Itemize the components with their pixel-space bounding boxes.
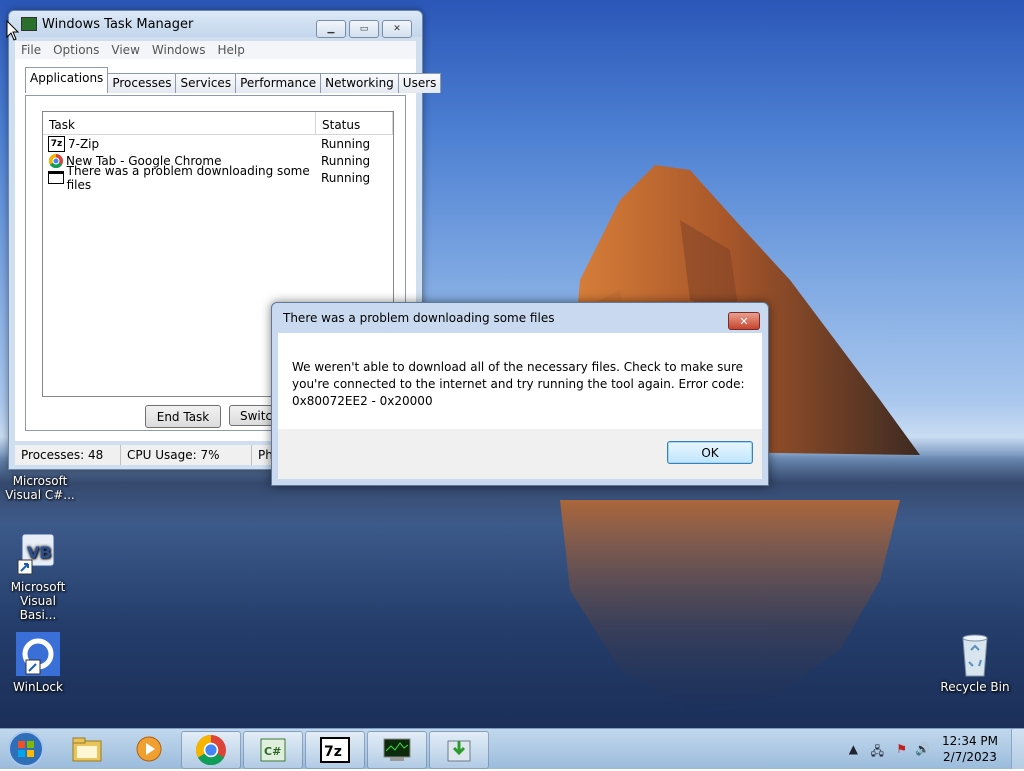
dialog-footer: OK: [278, 429, 762, 479]
task-list-header: Task Status: [43, 112, 393, 135]
tab-networking[interactable]: Networking: [320, 73, 399, 93]
desktop-icon-winlock[interactable]: WinLock: [0, 630, 76, 694]
csharp-project-icon: C#: [260, 738, 286, 762]
tab-strip: Applications Processes Services Performa…: [25, 67, 442, 93]
taskbar-7zip[interactable]: 7z: [305, 731, 365, 769]
taskbar: C# 7z ▲ 🖧 ⚑ 🔊 12:34 PM 2/7/2023: [0, 728, 1024, 769]
menu-options[interactable]: Options: [47, 41, 105, 59]
clock-date: 2/7/2023: [943, 750, 997, 764]
task-name: 7-Zip: [68, 136, 100, 151]
dialog-titlebar[interactable]: There was a problem downloading some fil…: [272, 303, 768, 333]
desktop-icon-label: WinLock: [13, 680, 63, 694]
table-row[interactable]: 7z 7-Zip Running: [43, 135, 393, 152]
task-status: Running: [321, 170, 371, 185]
task-manager-icon: [383, 738, 411, 761]
menu-windows[interactable]: Windows: [146, 41, 212, 59]
volume-icon[interactable]: 🔊: [915, 742, 930, 756]
tab-processes[interactable]: Processes: [107, 73, 177, 93]
taskbar-explorer[interactable]: [58, 731, 116, 767]
cpu-usage: CPU Usage: 7%: [121, 445, 252, 465]
taskbar-task-manager[interactable]: [367, 731, 427, 769]
end-task-button[interactable]: End Task: [145, 405, 221, 428]
task-name: There was a problem downloading some fil…: [66, 163, 310, 192]
menu-help[interactable]: Help: [211, 41, 250, 59]
column-header-task[interactable]: Task: [43, 112, 316, 134]
dialog-close-button[interactable]: ✕: [728, 312, 760, 330]
desktop-icon-visual-basic[interactable]: VB Microsoft Visual Basi...: [0, 530, 76, 622]
taskbar-csharp-project[interactable]: C#: [243, 731, 303, 769]
svg-text:C#: C#: [264, 745, 281, 758]
desktop-icon-label: Microsoft Visual Basi...: [10, 580, 66, 622]
rock-reflection-image: [560, 500, 900, 710]
7zip-icon: 7z: [48, 135, 65, 152]
recycle-bin-icon: [951, 630, 999, 678]
menu-bar: File Options View Windows Help: [15, 41, 416, 59]
taskbar-media-player[interactable]: [120, 731, 178, 767]
desktop-icon-visual-csharp[interactable]: Microsoft Visual C#...: [2, 474, 78, 502]
action-center-flag-icon[interactable]: ⚑: [896, 742, 907, 756]
close-icon: ✕: [739, 314, 749, 328]
winlock-icon: [14, 630, 62, 678]
close-icon: ✕: [393, 24, 401, 34]
visual-basic-icon: VB: [14, 530, 62, 578]
dialog-message: We weren't able to download all of the n…: [292, 360, 745, 408]
task-manager-app-icon: [21, 17, 37, 31]
close-button[interactable]: ✕: [382, 20, 412, 38]
task-status: Running: [321, 136, 371, 151]
maximize-button[interactable]: ▭: [349, 20, 379, 38]
tab-services[interactable]: Services: [175, 73, 237, 93]
mouse-cursor-icon: [6, 20, 20, 41]
chevron-up-icon: ▲: [848, 742, 858, 756]
network-icon[interactable]: 🖧: [871, 742, 884, 763]
windows-start-icon: [8, 731, 44, 767]
table-row[interactable]: There was a problem downloading some fil…: [43, 164, 393, 192]
menu-view[interactable]: View: [105, 41, 145, 59]
column-header-status[interactable]: Status: [316, 112, 393, 134]
minimize-icon: ▁: [327, 24, 335, 34]
7zip-icon: 7z: [320, 737, 350, 763]
explorer-icon: [72, 737, 102, 762]
clock[interactable]: 12:34 PM 2/7/2023: [942, 733, 998, 765]
maximize-icon: ▭: [359, 24, 369, 34]
task-status: Running: [321, 153, 371, 168]
start-button[interactable]: [6, 730, 46, 771]
desktop-icon-label: Microsoft Visual C#...: [5, 474, 75, 502]
menu-file[interactable]: File: [15, 41, 47, 59]
show-hidden-icons-button[interactable]: ▲: [849, 742, 858, 756]
window-title: Windows Task Manager: [42, 16, 194, 32]
svg-text:VB: VB: [27, 543, 52, 562]
chrome-icon: [196, 735, 226, 765]
dialog-body: We weren't able to download all of the n…: [278, 333, 762, 429]
error-dialog[interactable]: There was a problem downloading some fil…: [271, 302, 769, 486]
show-desktop-button[interactable]: [1011, 729, 1024, 769]
installer-icon: [447, 740, 471, 762]
minimize-button[interactable]: ▁: [316, 20, 346, 38]
desktop-icon-recycle-bin[interactable]: Recycle Bin: [937, 630, 1013, 694]
media-player-icon: [136, 736, 162, 762]
processes-count: Processes: 48: [15, 445, 121, 465]
tab-applications[interactable]: Applications: [25, 67, 109, 93]
desktop-icon-label: Recycle Bin: [940, 680, 1010, 694]
window-icon: [48, 171, 64, 184]
tab-performance[interactable]: Performance: [235, 73, 322, 93]
dialog-title: There was a problem downloading some fil…: [283, 311, 555, 325]
svg-text:7z: 7z: [324, 744, 342, 760]
clock-time: 12:34 PM: [942, 734, 998, 748]
tab-users[interactable]: Users: [397, 73, 442, 93]
taskbar-chrome[interactable]: [181, 731, 241, 769]
taskbar-installer[interactable]: [429, 731, 489, 769]
ok-button[interactable]: OK: [667, 441, 753, 464]
